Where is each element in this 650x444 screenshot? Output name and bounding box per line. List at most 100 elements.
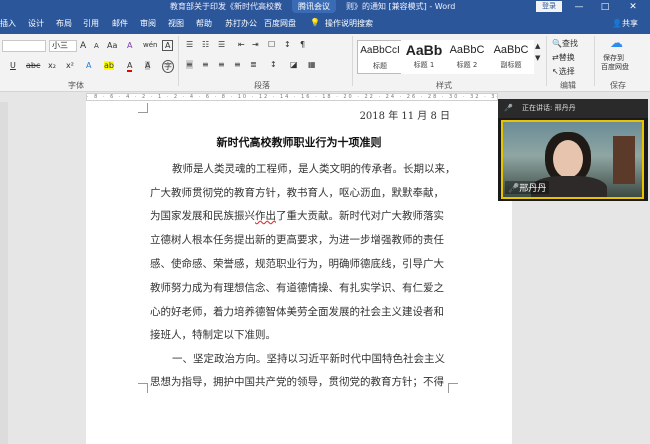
clear-format-button[interactable]: A: [127, 41, 132, 50]
paragraph-line: 教师是人类灵魂的工程师，是人类文明的传承者。长期以来，: [172, 163, 456, 175]
style-subtitle[interactable]: AaBbC 副标题: [488, 40, 534, 74]
participant-name: 🎤邢丹丹: [505, 181, 550, 194]
increase-indent-icon: ⇥: [252, 40, 259, 49]
login-button[interactable]: 登录: [536, 1, 562, 12]
speaker-bar: 🎤 正在讲话: 邢丹丹: [498, 99, 648, 118]
change-case-button[interactable]: Aa: [107, 41, 117, 50]
font-name-select[interactable]: [2, 40, 46, 52]
close-button[interactable]: ✕: [624, 0, 642, 14]
font-size-select[interactable]: 小三: [49, 40, 77, 52]
align-center-icon: ≡: [202, 60, 209, 69]
tab-design[interactable]: 设计: [28, 18, 44, 29]
vertical-ruler[interactable]: [0, 102, 8, 444]
styles-scroll-up-icon[interactable]: ▲: [535, 42, 540, 50]
style-title[interactable]: AaBbCcI 标题: [357, 40, 403, 74]
person-icon: 👤: [612, 19, 622, 28]
subscript-button[interactable]: x₂: [48, 61, 56, 70]
strikethrough-button[interactable]: abc: [26, 61, 40, 70]
numbering-icon: ☷: [202, 40, 210, 49]
borders-icon: ▦: [308, 60, 316, 69]
tab-baidu-netdisk[interactable]: 百度网盘: [264, 18, 296, 29]
replace-button[interactable]: ⇄替换: [552, 52, 575, 63]
paragraph-line: 教师努力成为有理想信念、有道德情操、有扎实学识、有仁爱之: [150, 282, 444, 294]
sort-icon: ↕: [284, 40, 291, 49]
tab-insert[interactable]: 插入: [0, 18, 16, 29]
lightbulb-icon: 💡: [310, 18, 320, 27]
meeting-video-panel[interactable]: 🎤 正在讲话: 邢丹丹 🎤邢丹丹: [498, 99, 648, 201]
cloud-name-label: 百度网盘: [601, 63, 629, 71]
tab-soda-office[interactable]: 苏打办公: [225, 18, 257, 29]
tab-layout[interactable]: 布局: [56, 18, 72, 29]
share-button[interactable]: 👤共享: [612, 18, 638, 29]
tab-review[interactable]: 审阅: [140, 18, 156, 29]
background-shelf: [613, 136, 635, 184]
replace-icon: ⇄: [552, 53, 559, 62]
paragraph-line: 接班人，特制定以下准则。: [150, 329, 276, 341]
highlight-button[interactable]: ab: [104, 61, 114, 70]
divider: [352, 36, 353, 86]
line-spacing-icon: ↕: [270, 60, 277, 69]
margin-corner-mark: [138, 383, 148, 393]
shrink-font-button[interactable]: A: [94, 42, 99, 50]
chinese-layout-icon: ☐: [268, 40, 276, 49]
tab-references[interactable]: 引用: [83, 18, 99, 29]
paragraph-group-label: 段落: [254, 81, 270, 90]
tab-view[interactable]: 视图: [168, 18, 184, 29]
multilevel-list-icon: ☰: [218, 40, 226, 49]
participant-video[interactable]: 🎤邢丹丹: [501, 120, 644, 199]
document-date: 2018 年 11 月 8 日: [359, 111, 450, 122]
shading-icon: ◪: [290, 60, 298, 69]
show-marks-icon: ¶: [300, 40, 306, 49]
participant-face: [553, 140, 583, 178]
divider: [546, 36, 547, 86]
tab-help[interactable]: 帮助: [196, 18, 212, 29]
search-icon: 🔍: [552, 39, 562, 48]
superscript-button[interactable]: x²: [66, 61, 74, 70]
title-bar: 教育部关于印发《新时代高校教 则》的通知 [兼容模式] - Word 腾讯会议 登…: [0, 0, 650, 14]
tell-me-search[interactable]: 操作说明搜索: [325, 18, 373, 29]
style-heading-2[interactable]: AaBbC 标题 2: [444, 40, 490, 74]
paragraph-list-tools[interactable]: ☰ ☷ ☰ ⇤ ⇥ ☐ ↕ ¶: [186, 40, 346, 52]
font-group-label: 字体: [68, 81, 84, 90]
justify-icon: ≡: [234, 60, 241, 69]
paragraph-line: 广大教师贯彻党的教育方针，教书育人，呕心沥血，默默奉献，: [150, 187, 444, 199]
phonetic-guide-button[interactable]: wén: [143, 41, 157, 49]
decrease-indent-icon: ⇤: [238, 40, 245, 49]
char-border-button[interactable]: A: [162, 40, 174, 51]
cloud-icon: ☁: [610, 36, 623, 51]
paragraph-line: 一、坚定政治方向。坚持以习近平新时代中国特色社会主义: [172, 353, 445, 365]
style-heading-1[interactable]: AaBb 标题 1: [401, 40, 447, 74]
margin-corner-mark: [138, 103, 148, 113]
paragraph-align-tools[interactable]: ≡ ≡ ≡ ≡ ≣ ↕ ◪ ▦: [186, 60, 346, 72]
grow-font-button[interactable]: A: [80, 41, 86, 51]
tab-mailings[interactable]: 邮件: [112, 18, 128, 29]
speaker-status: 正在讲话: 邢丹丹: [522, 104, 576, 112]
bullets-icon: ☰: [186, 40, 194, 49]
editing-group-label: 编辑: [560, 81, 576, 90]
meeting-tag[interactable]: 腾讯会议: [292, 0, 336, 13]
styles-group-label: 样式: [436, 81, 452, 90]
text-effects-button[interactable]: A: [86, 61, 91, 70]
save-group-label: 保存: [610, 81, 626, 90]
microphone-icon: 🎤: [504, 104, 513, 112]
divider: [594, 36, 595, 86]
paragraph-line: 心的好老师，着力培养德智体美劳全面发展的社会主义建设者和: [150, 306, 444, 318]
enclose-char-button[interactable]: 字: [162, 60, 174, 73]
spelling-flag: 作出: [255, 210, 276, 222]
minimize-button[interactable]: —: [570, 0, 588, 14]
paragraph-line: 为国家发展和民族振兴作出了重大贡献。新时代对广大教师落实: [150, 210, 444, 222]
font-color-button[interactable]: A: [127, 61, 133, 72]
underline-button[interactable]: U: [10, 61, 16, 70]
find-button[interactable]: 🔍查找: [552, 38, 578, 49]
document-page[interactable]: 2018 年 11 月 8 日 新时代高校教师职业行为十项准则 教师是人类灵魂的…: [86, 101, 512, 444]
microphone-icon: 🎤: [508, 184, 520, 194]
horizontal-ruler[interactable]: · 8 · 6 · 4 · 2 · 1 · 2 · 4 · 6 · 8 · 10…: [86, 93, 498, 101]
styles-scroll-down-icon[interactable]: ▼: [535, 54, 540, 62]
ribbon-tabs: 插入 设计 布局 引用 邮件 审阅 视图 帮助 苏打办公 百度网盘 💡 操作说明…: [0, 14, 650, 34]
paragraph-line: 立德树人根本任务提出新的更高要求，为进一步增强教师的责任: [150, 234, 444, 246]
select-button[interactable]: ↖选择: [552, 66, 575, 77]
paragraph-line: 思想为指导，拥护中国共产党的领导，贯彻党的教育方针；不得: [150, 376, 444, 388]
char-shading-button[interactable]: A: [145, 61, 151, 70]
maximize-button[interactable]: □: [596, 0, 614, 14]
distribute-icon: ≣: [250, 60, 257, 69]
